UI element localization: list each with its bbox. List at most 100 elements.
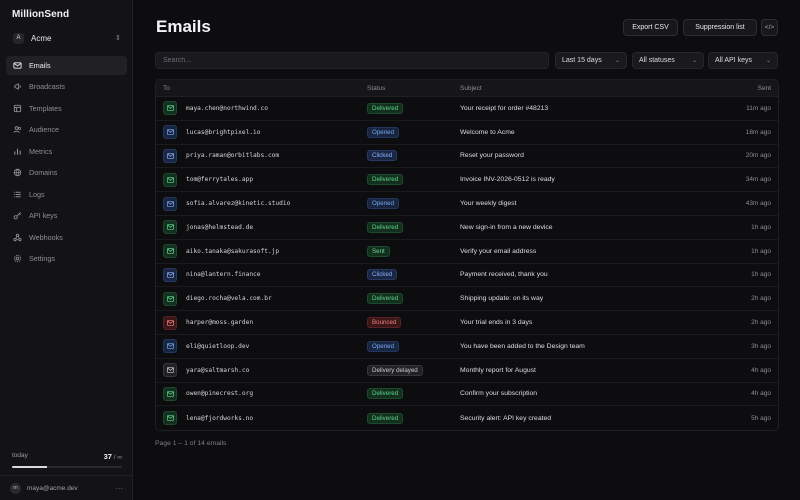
chevron-updown-icon: ⇕ [115, 35, 121, 42]
cell-to: nina@lantern.finance [156, 267, 367, 282]
sidebar-item-webhooks[interactable]: Webhooks [6, 228, 127, 247]
sidebar-item-label: Emails [29, 61, 51, 70]
recipient-email: yara@saltmarsh.co [186, 366, 250, 374]
search-input[interactable] [155, 52, 549, 69]
table-row[interactable]: eli@quietloop.dev Opened You have been add… [156, 335, 778, 359]
mail-icon [163, 244, 177, 259]
email-subject: Your weekly digest [460, 200, 517, 208]
chevron-down-icon: ⌄ [691, 58, 697, 64]
cell-status: Opened [367, 340, 460, 352]
email-subject: You have been added to the Design team [460, 342, 585, 350]
brand-logo: MillionSend [12, 9, 70, 20]
mail-icon [163, 339, 177, 354]
sidebar-item-domains[interactable]: Domains [6, 163, 127, 182]
sidebar-nav: Emails Broadcasts Templates Audience Metrics… [6, 56, 127, 270]
sidebar-item-label: Broadcasts [29, 82, 65, 92]
mail-icon [163, 196, 177, 211]
email-subject: Payment received, thank you [460, 271, 548, 279]
recipient-email: harper@moss.garden [186, 319, 254, 327]
cell-status: Opened [367, 198, 460, 210]
team-switcher[interactable]: A Acme ⇕ [8, 29, 126, 47]
status-badge: Opened [367, 340, 400, 352]
status-badge: Delivered [367, 174, 404, 186]
sent-time: 1h ago [751, 271, 771, 279]
sidebar-item-label: Metrics [29, 146, 53, 156]
cell-to: lena@fjordworks.no [156, 411, 367, 426]
cell-to: yara@saltmarsh.co [156, 363, 367, 378]
cell-to: jonas@helmstead.de [156, 220, 367, 235]
mail-icon [163, 267, 177, 282]
suppression-list-button[interactable]: Suppression list [683, 19, 757, 36]
table-row[interactable]: aiko.tanaka@sakurasoft.jp Sent Verify your… [156, 240, 778, 264]
table-row[interactable]: jonas@helmstead.de Delivered New sign-in f… [156, 216, 778, 240]
usage-bar [12, 466, 122, 468]
sidebar-item-logs[interactable]: Logs [6, 185, 127, 204]
status-badge: Delivered [367, 412, 404, 424]
export-csv-button[interactable]: Export CSV [623, 19, 678, 36]
api-keys-select[interactable]: All API keys ⌄ [708, 52, 778, 69]
sidebar-item-audience[interactable]: Audience [6, 120, 127, 139]
column-header-status: Status [367, 84, 386, 92]
table-row[interactable]: lena@fjordworks.no Delivered Security aler… [156, 406, 778, 430]
table-row[interactable]: lucas@brightpixel.io Opened Welcome to Acm… [156, 121, 778, 145]
cell-to: tom@ferrytales.app [156, 172, 367, 187]
sidebar-item-api-keys[interactable]: API keys [6, 206, 127, 225]
list-icon [13, 190, 22, 199]
column-header-to: To [163, 84, 170, 92]
table-body: maya.chen@northwind.co Delivered Your rece… [156, 97, 778, 430]
recipient-email: diego.rocha@vela.com.br [186, 295, 272, 303]
webhook-icon [13, 233, 22, 242]
status-badge: Delivered [367, 293, 404, 305]
chart-icon [13, 147, 22, 156]
sidebar-item-broadcasts[interactable]: Broadcasts [6, 77, 127, 96]
sidebar-item-label: Domains [29, 168, 58, 178]
sidebar-item-label: Logs [29, 189, 45, 199]
table-row[interactable]: tom@ferrytales.app Delivered Invoice INV-2… [156, 168, 778, 193]
cell-to: maya.chen@northwind.co [156, 101, 367, 116]
email-subject: Your trial ends in 3 days [460, 319, 533, 327]
status-select[interactable]: All statuses ⌄ [632, 52, 704, 69]
status-badge: Delivered [367, 221, 404, 233]
column-header-subject: Subject [460, 84, 482, 92]
table-row[interactable]: sofia.alvarez@kinetic.studio Opened Your w… [156, 192, 778, 216]
table-row[interactable]: maya.chen@northwind.co Delivered Your rece… [156, 97, 778, 121]
user-email: maya@acme.dev [27, 484, 78, 492]
sidebar-item-metrics[interactable]: Metrics [6, 142, 127, 161]
table-row[interactable]: harper@moss.garden Bounced Your trial ends… [156, 311, 778, 335]
email-subject: Confirm your subscription [460, 390, 538, 398]
date-range-select[interactable]: Last 15 days ⌄ [555, 52, 627, 69]
sent-time: 18m ago [745, 128, 771, 136]
table-row[interactable]: priya.raman@orbitlabs.com Clicked Reset yo… [156, 145, 778, 169]
cell-status: Sent [367, 245, 460, 257]
cell-status: Clicked [367, 150, 460, 162]
cell-to: owen@pinecrest.org [156, 386, 367, 401]
email-subject: Invoice INV-2026-0512 is ready [460, 176, 555, 184]
table-row[interactable]: nina@lantern.finance Clicked Payment recei… [156, 264, 778, 288]
column-header-sent: Sent [757, 84, 771, 92]
table-row[interactable]: diego.rocha@vela.com.br Delivered Shipping… [156, 287, 778, 312]
user-menu[interactable]: m maya@acme.dev ⋯ [0, 475, 133, 500]
cell-status: Delivered [367, 174, 460, 186]
table-header: To Status Subject Sent [156, 80, 778, 97]
sent-time: 5h ago [751, 414, 771, 422]
usage-meter: today 37 / ∞ [12, 452, 122, 468]
emails-table: To Status Subject Sent maya.chen@northwi… [155, 79, 779, 432]
recipient-email: lena@fjordworks.no [186, 414, 254, 422]
sent-time: 2h ago [751, 319, 771, 327]
table-row[interactable]: owen@pinecrest.org Delivered Confirm your … [156, 383, 778, 407]
key-icon [13, 211, 22, 220]
sidebar-item-emails[interactable]: Emails [6, 56, 127, 75]
sidebar-item-templates[interactable]: Templates [6, 99, 127, 118]
sent-time: 3h ago [751, 342, 771, 350]
email-subject: Verify your email address [460, 247, 537, 255]
recipient-email: owen@pinecrest.org [186, 390, 254, 398]
recipient-email: maya.chen@northwind.co [186, 104, 268, 112]
cell-status: Opened [367, 126, 460, 138]
table-row[interactable]: yara@saltmarsh.co Delivery delayed Monthly… [156, 359, 778, 383]
email-subject: Shipping update: on its way [460, 295, 544, 303]
page-title: Emails [156, 17, 211, 36]
code-icon[interactable]: </> [761, 19, 778, 36]
sidebar-item-settings[interactable]: Settings [6, 249, 127, 268]
mail-icon [163, 101, 177, 116]
email-subject: Reset your password [460, 152, 524, 160]
